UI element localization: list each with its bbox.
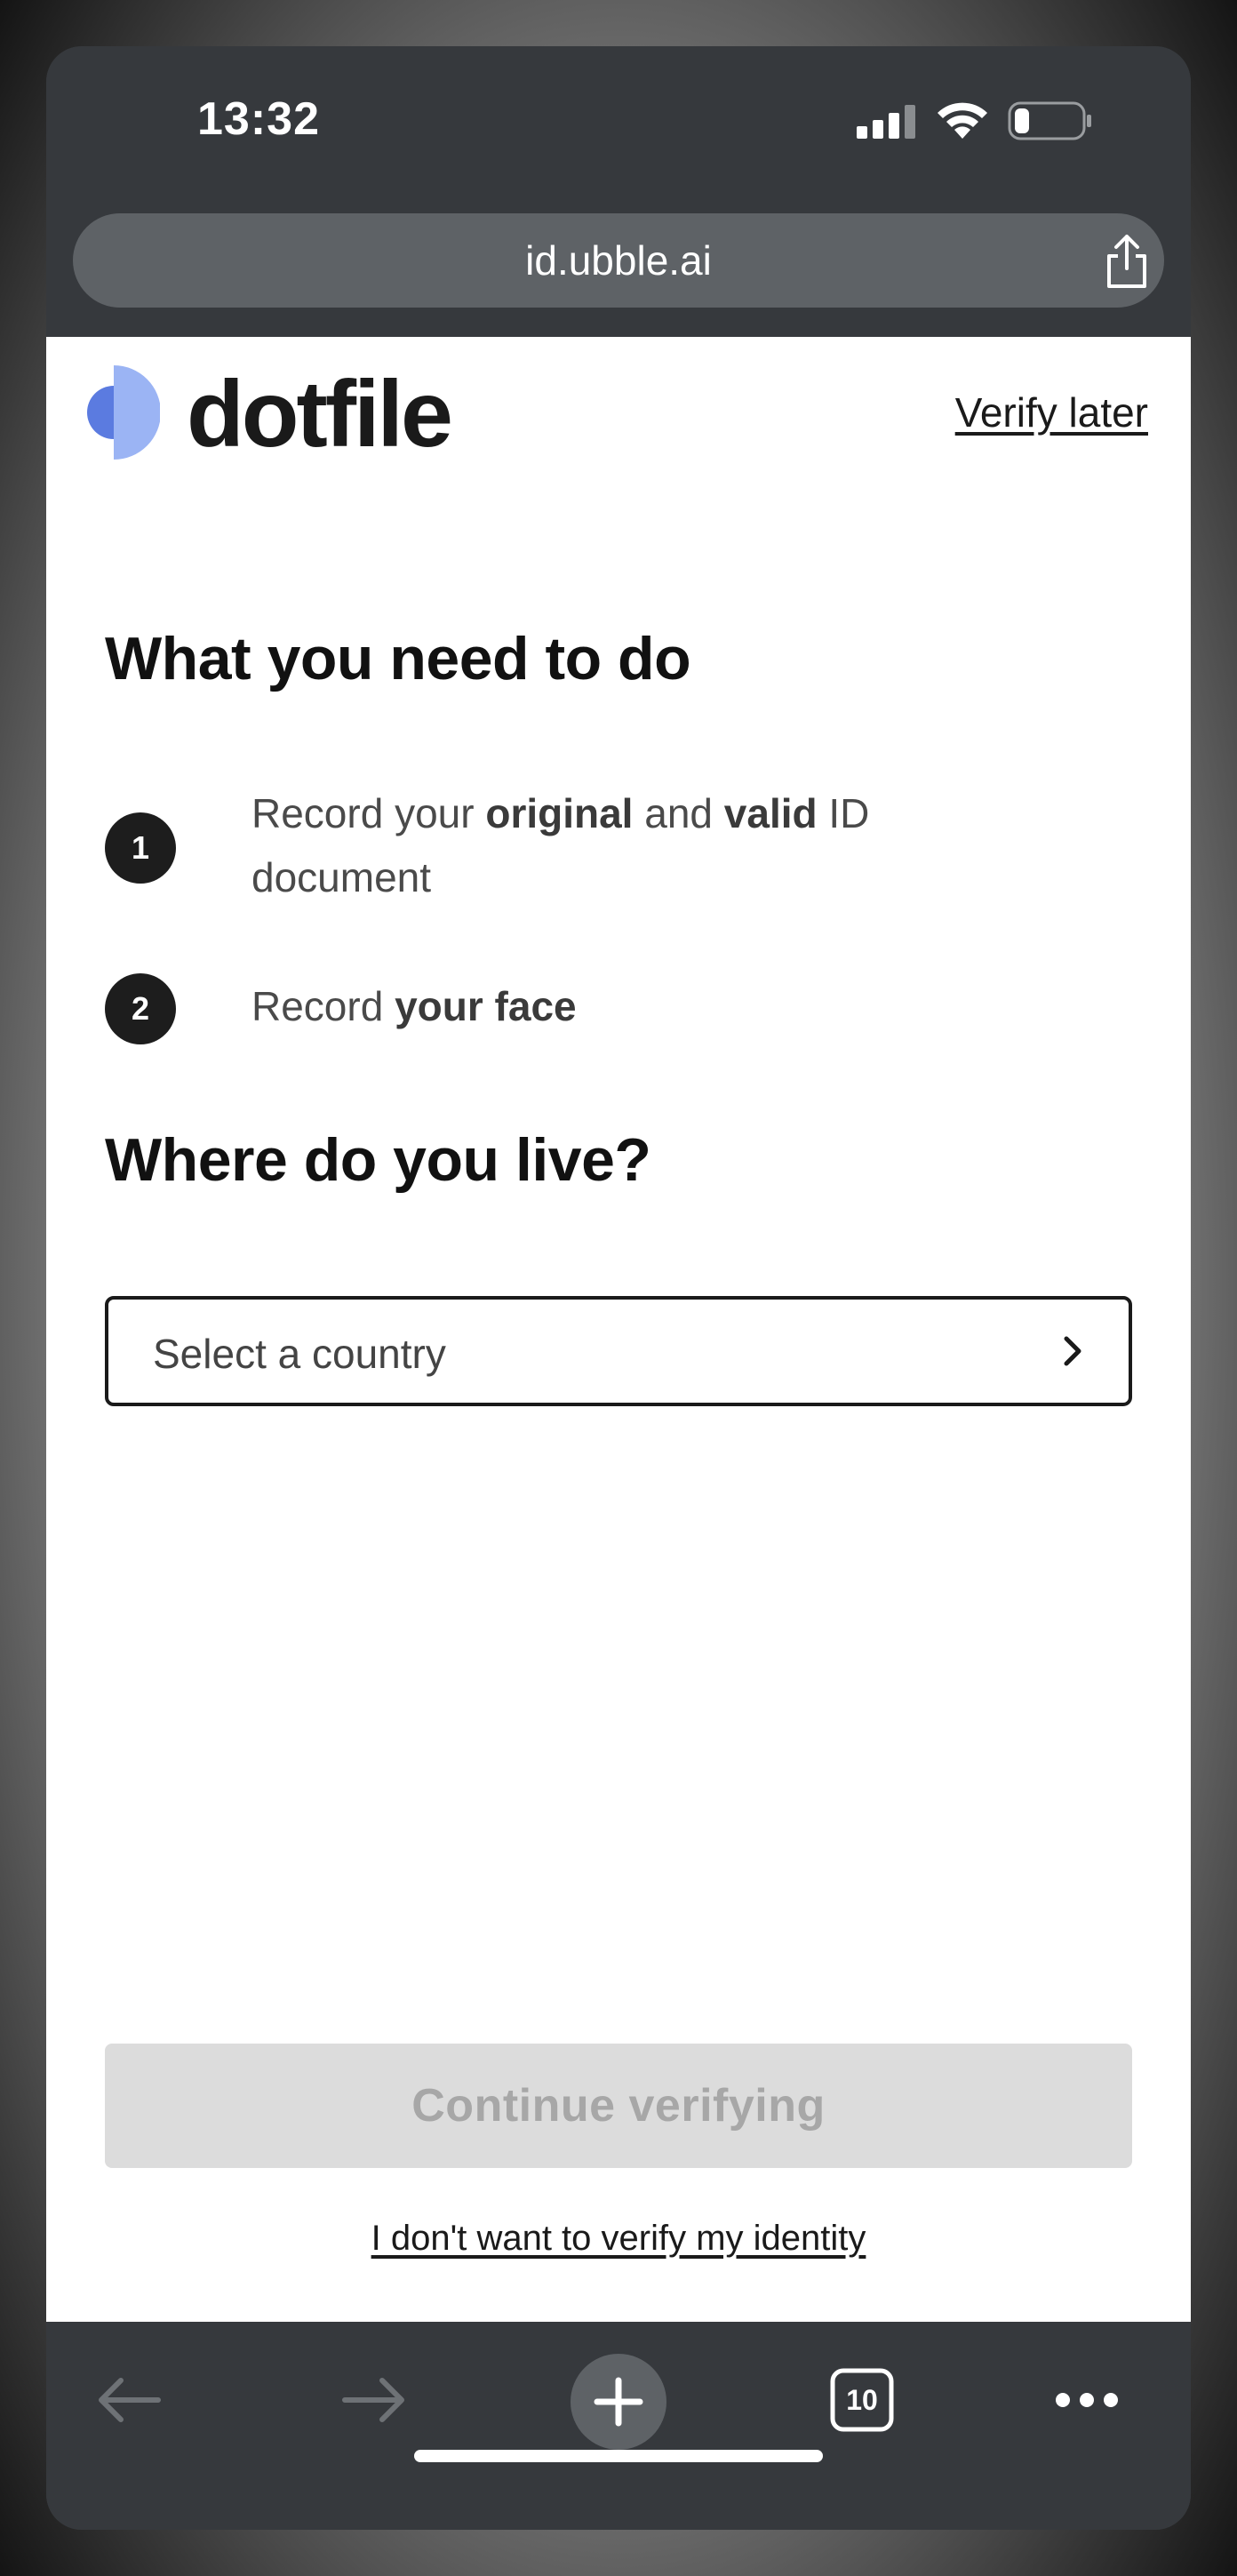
- country-select-placeholder: Select a country: [153, 1331, 446, 1377]
- tab-count: 10: [846, 2384, 878, 2416]
- browser-toolbar: 10: [46, 2322, 1191, 2530]
- wifi-icon: [938, 102, 987, 139]
- status-bar: 13:32: [46, 46, 1191, 215]
- forward-arrow-icon[interactable]: [341, 2375, 407, 2425]
- share-icon[interactable]: [1102, 233, 1152, 290]
- logo-mark-icon: [87, 365, 160, 460]
- step-1-text: Record your original and valid ID docume…: [251, 790, 870, 900]
- cellular-signal-icon: [857, 105, 915, 139]
- address-bar[interactable]: id.ubble.ai: [73, 213, 1164, 308]
- residence-heading: Where do you live?: [105, 1126, 651, 1194]
- status-time: 13:32: [197, 93, 320, 145]
- new-tab-plus-icon[interactable]: [571, 2354, 666, 2450]
- step-number-badge: 1: [105, 812, 176, 884]
- tabs-button[interactable]: 10: [830, 2368, 894, 2432]
- logo-wordmark: dotfile: [187, 362, 453, 467]
- url-text: id.ubble.ai: [525, 237, 712, 284]
- battery-icon: [1008, 101, 1091, 140]
- continue-verifying-button[interactable]: Continue verifying: [105, 2044, 1132, 2168]
- decline-verification-link[interactable]: I don't want to verify my identity: [46, 2219, 1191, 2259]
- back-arrow-icon[interactable]: [96, 2375, 162, 2425]
- more-options-icon[interactable]: [1054, 2389, 1120, 2411]
- instructions-heading: What you need to do: [105, 625, 691, 692]
- phone-screen: 13:32 id.ubble.ai dotfile Verify later W…: [46, 46, 1191, 2530]
- home-indicator: [414, 2450, 823, 2462]
- verify-later-link[interactable]: Verify later: [955, 388, 1148, 436]
- step-2-text: Record your face: [251, 983, 577, 1029]
- web-content: dotfile Verify later What you need to do…: [46, 337, 1191, 2322]
- country-select[interactable]: Select a country: [105, 1296, 1132, 1406]
- step-number-badge: 2: [105, 973, 176, 1044]
- chevron-right-icon: [1064, 1336, 1081, 1366]
